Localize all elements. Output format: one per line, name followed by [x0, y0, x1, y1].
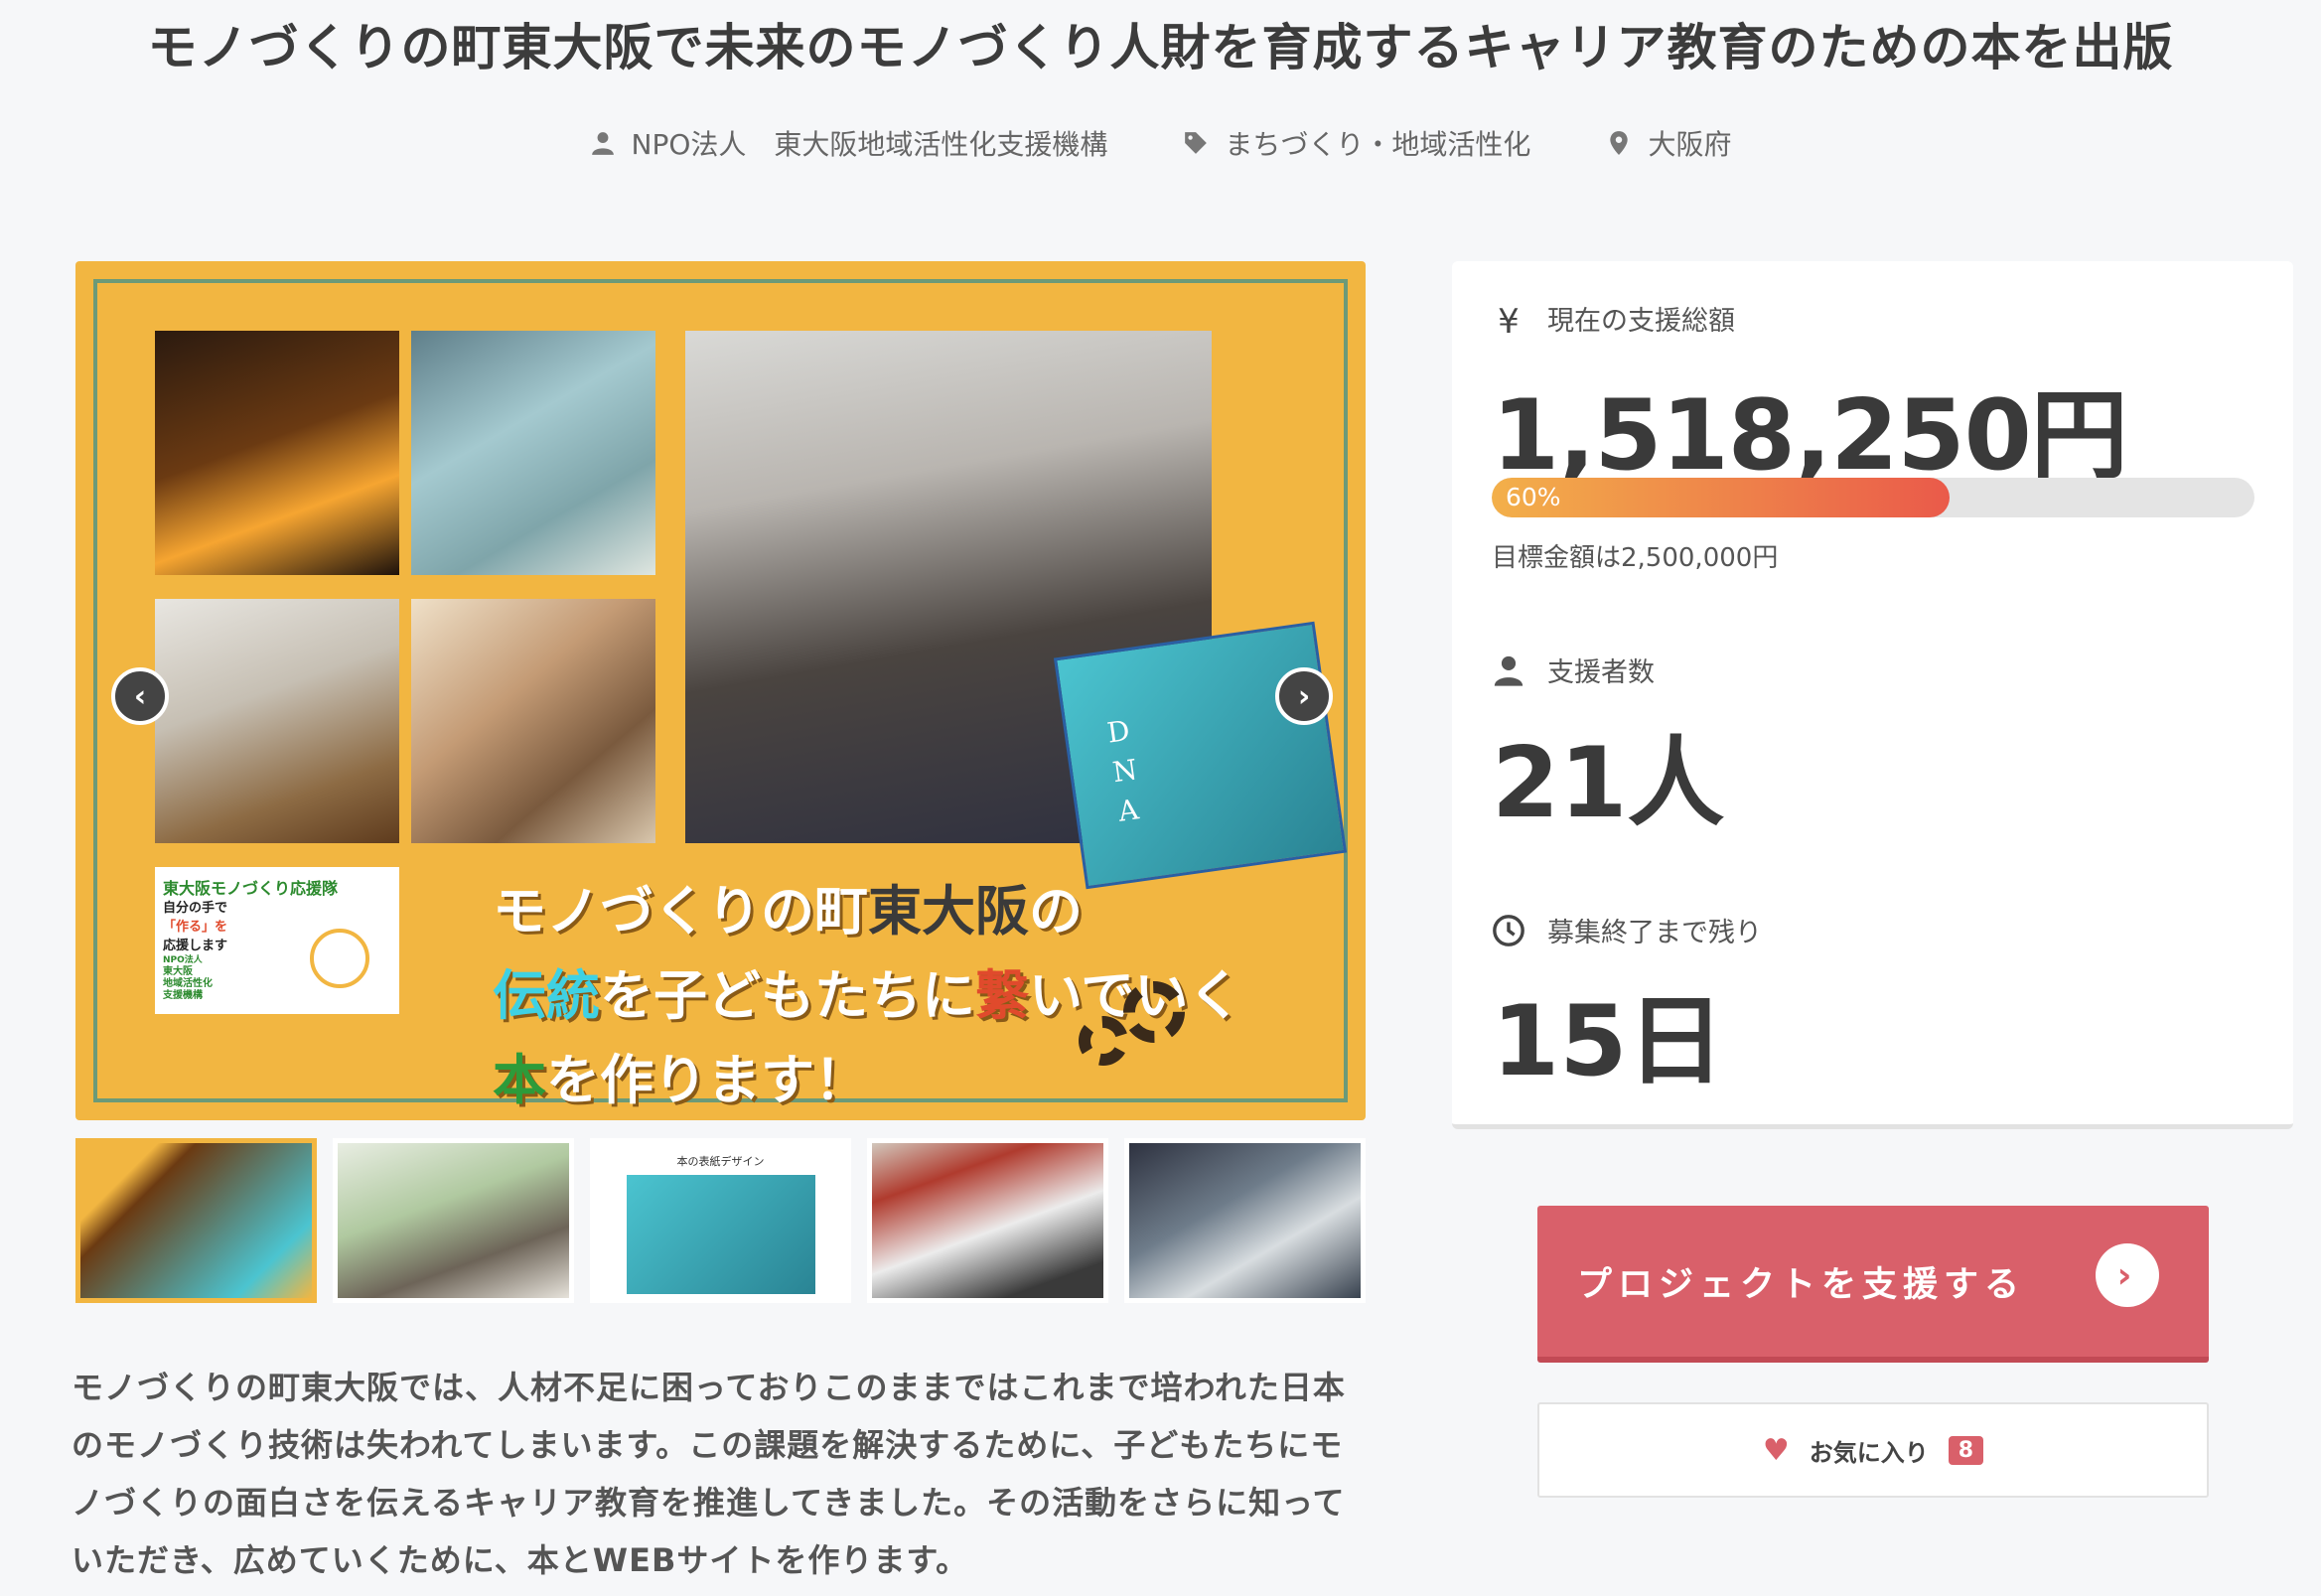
badge-title: 東大阪モノづくり応援隊	[163, 879, 339, 898]
clock-icon	[1493, 914, 1524, 946]
chevron-right-icon: ›	[2096, 1243, 2159, 1307]
tag-icon	[1185, 132, 1208, 154]
image-headline: モノづくりの町東大阪の 伝統を子どもたちに繋いでいく 本を作ります！	[493, 867, 1241, 1114]
progress-fill: 60%	[1492, 478, 1950, 517]
organization-link[interactable]: NPO法人 東大阪地域活性化支援機構	[590, 123, 1108, 163]
support-button-label: プロジェクトを支援する	[1577, 1264, 2026, 1305]
favorite-count-badge: 8	[1948, 1435, 1984, 1465]
funding-progress-bar: 60%	[1492, 478, 2254, 517]
supporters-count: 21人	[1492, 727, 1725, 840]
thumbnail-1[interactable]	[75, 1138, 317, 1303]
favorite-label: お気に入り	[1809, 1438, 1929, 1467]
photo-workshop	[411, 599, 655, 843]
total-amount: 1,518,250円	[1492, 379, 2128, 493]
headline-line-3: 本を作ります！	[493, 1036, 1241, 1114]
headline-text: 伝統	[493, 964, 600, 1027]
supporters-label: 支援者数	[1547, 657, 1655, 688]
main-project-image[interactable]: D N A 東大阪モノづくり応援隊 自分の手で 「作る」を 応援します NPO法…	[75, 261, 1366, 1120]
smile-icon	[310, 929, 369, 988]
book-cover-image: D N A	[1053, 621, 1348, 890]
photo-meeting	[155, 599, 399, 843]
category-name: まちづくり・地域活性化	[1225, 128, 1531, 161]
supporters-label-row: 支援者数	[1492, 651, 1655, 689]
thumbnail-3[interactable]: 本の表紙デザイン	[590, 1138, 851, 1303]
badge-org: 支援機構	[163, 990, 203, 1001]
book-cover-letters: D N A	[1104, 713, 1141, 828]
heart-icon: ♥	[1762, 1432, 1790, 1468]
category-link[interactable]: まちづくり・地域活性化	[1183, 123, 1530, 163]
thumbnail-caption: 本の表紙デザイン	[676, 1155, 765, 1168]
gear-icon	[1123, 981, 1185, 1043]
thumbnail-strip: 本の表紙デザイン	[75, 1138, 1366, 1303]
headline-text: を子どもたちに	[600, 964, 975, 1027]
location-name: 大阪府	[1648, 128, 1732, 161]
headline-text: モノづくりの町	[493, 880, 868, 943]
map-pin-icon	[1610, 131, 1629, 155]
location-link[interactable]: 大阪府	[1606, 123, 1731, 163]
thumbnail-2[interactable]	[333, 1138, 574, 1303]
headline-line-1: モノづくりの町東大阪の	[493, 867, 1241, 945]
organization-name: NPO法人 東大阪地域活性化支援機構	[631, 128, 1108, 161]
yen-icon: ¥	[1498, 301, 1520, 342]
carousel-next-button[interactable]: ›	[1275, 667, 1333, 725]
funding-stats-card: ¥ 現在の支援総額 1,518,250円 60% 目標金額は2,500,000円…	[1452, 261, 2293, 1129]
project-meta: NPO法人 東大阪地域活性化支援機構 まちづくり・地域活性化 大阪府	[0, 121, 2321, 165]
photo-foundry	[155, 331, 399, 575]
headline-text: 東大阪	[868, 880, 1029, 943]
total-label-row: ¥ 現在の支援総額	[1492, 299, 1735, 342]
headline-text: を作ります！	[546, 1049, 868, 1111]
remaining-label-row: 募集終了まで残り	[1492, 911, 1762, 949]
thumbnail-book-image	[626, 1175, 815, 1294]
photo-machining	[411, 331, 655, 575]
remaining-label: 募集終了まで残り	[1547, 918, 1762, 948]
carousel-prev-button[interactable]: ‹	[111, 667, 169, 725]
goal-amount: 目標金額は2,500,000円	[1492, 543, 1779, 573]
total-label: 現在の支援総額	[1547, 306, 1735, 337]
supporter-badge: 東大阪モノづくり応援隊 自分の手で 「作る」を 応援します NPO法人 東大阪 …	[155, 867, 399, 1014]
badge-line: 自分の手で	[163, 901, 228, 916]
gear-icon	[1079, 1016, 1128, 1066]
person-icon	[591, 132, 614, 155]
headline-text: 繋	[975, 964, 1029, 1027]
project-description: モノづくりの町東大阪では、人材不足に困っておりこのままではこれまで培われた日本の…	[72, 1369, 1346, 1579]
support-project-button[interactable]: プロジェクトを支援する ›	[1537, 1206, 2209, 1363]
thumbnail-4[interactable]	[867, 1138, 1108, 1303]
favorite-button[interactable]: ♥ お気に入り 8	[1537, 1402, 2209, 1498]
thumbnail-5[interactable]	[1124, 1138, 1366, 1303]
person-icon	[1494, 655, 1523, 686]
headline-text: 本	[493, 1049, 546, 1111]
page-title: モノづくりの町東大阪で未来のモノづくり人財を育成するキャリア教育のための本を出版	[147, 19, 2174, 76]
remaining-days: 15日	[1492, 985, 1725, 1098]
headline-text: の	[1029, 880, 1083, 943]
